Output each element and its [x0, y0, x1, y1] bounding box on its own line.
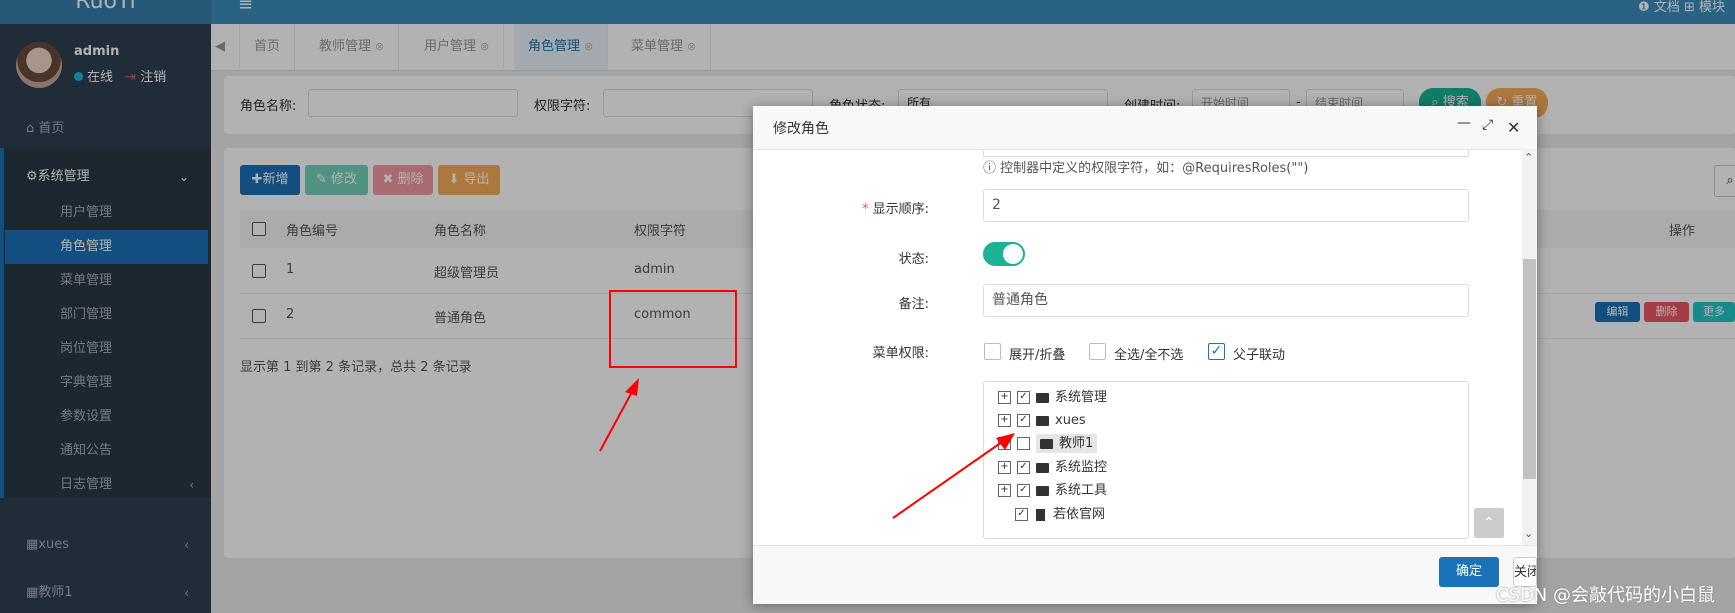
- order-input[interactable]: 2: [983, 189, 1469, 222]
- arrow-annotation-1: [599, 378, 639, 452]
- expand-icon[interactable]: +: [998, 414, 1011, 427]
- modal-title: 修改角色: [773, 121, 829, 137]
- arrow-annotation-2: [892, 433, 1015, 519]
- folder-icon: [1036, 485, 1049, 496]
- tree-node-system[interactable]: + ✓ 系统管理: [998, 387, 1107, 409]
- modal-maximize-icon[interactable]: ⤢: [1482, 117, 1493, 133]
- confirm-button[interactable]: 确定: [1439, 557, 1499, 587]
- tree-node-xues[interactable]: + ✓ xues: [998, 410, 1086, 432]
- back-to-top-icon[interactable]: ⌃: [1474, 508, 1504, 538]
- scrollbar-thumb[interactable]: [1523, 259, 1536, 479]
- perm-field-tail: [983, 149, 1469, 157]
- remark-input[interactable]: 普通角色: [983, 284, 1469, 317]
- expand-icon[interactable]: +: [998, 391, 1011, 404]
- info-icon: ⓘ: [983, 161, 1001, 176]
- select-all-label: 全选/全不选: [1114, 348, 1184, 363]
- edit-role-modal: 修改角色 ✕ ⤢ — ⓘ 控制器中定义的权限字符，如：@RequiresRole…: [753, 106, 1537, 604]
- node-label: xues: [1055, 413, 1086, 428]
- folder-icon: [1040, 438, 1053, 449]
- modal-footer: [753, 545, 1537, 604]
- toggle-knob: [1003, 244, 1023, 264]
- file-icon: [1036, 508, 1045, 521]
- watermark: CSDN @会敲代码的小白鼠: [1495, 585, 1715, 606]
- expand-checkbox[interactable]: [984, 343, 1001, 360]
- modal-header: [753, 106, 1537, 150]
- folder-icon: [1036, 462, 1049, 473]
- order-label: * 显示顺序:: [861, 202, 929, 217]
- label-text: 显示顺序:: [872, 202, 929, 217]
- link-label: 父子联动: [1233, 348, 1286, 363]
- scroll-down-icon[interactable]: ⌄: [1524, 527, 1533, 540]
- modal-close-icon[interactable]: ✕: [1507, 118, 1520, 137]
- expand-label: 展开/折叠: [1009, 348, 1066, 363]
- node-label: 系统工具: [1055, 483, 1108, 498]
- folder-icon: [1036, 392, 1049, 403]
- link-checkbox[interactable]: ✓: [1208, 343, 1225, 360]
- node-label: 教师1: [1059, 436, 1094, 451]
- node-label: 系统监控: [1055, 460, 1108, 475]
- select-all-checkbox[interactable]: [1089, 343, 1106, 360]
- node-checkbox[interactable]: ✓: [1017, 414, 1030, 427]
- node-label: 系统管理: [1055, 390, 1108, 405]
- status-label: 状态:: [898, 252, 929, 267]
- modal-scrollbar[interactable]: ⌃ ⌄: [1522, 149, 1537, 545]
- highlight-box: [609, 290, 737, 368]
- remark-label: 备注:: [898, 297, 929, 312]
- node-checkbox[interactable]: ✓: [1017, 391, 1030, 404]
- folder-icon: [1036, 415, 1049, 426]
- scroll-up-icon[interactable]: ⌃: [1524, 151, 1533, 164]
- modal-minimize-icon[interactable]: —: [1457, 115, 1471, 131]
- hint-text: 控制器中定义的权限字符，如：@RequiresRoles(""): [1000, 161, 1309, 176]
- menu-perm-label: 菜单权限:: [872, 346, 929, 361]
- perm-hint: ⓘ 控制器中定义的权限字符，如：@RequiresRoles(""): [983, 157, 1308, 176]
- node-label: 若依官网: [1053, 507, 1106, 522]
- status-toggle[interactable]: [983, 242, 1025, 266]
